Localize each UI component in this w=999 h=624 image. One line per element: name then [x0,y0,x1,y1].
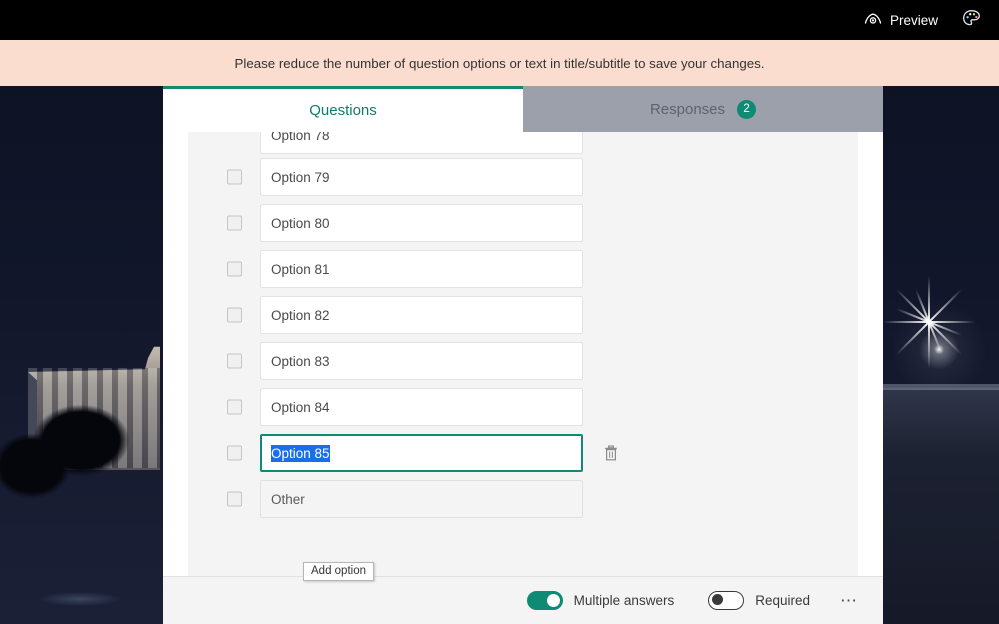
tab-questions-label: Questions [309,102,377,119]
option-row[interactable]: Option 81 [188,246,858,292]
option-input[interactable]: Option 83 [260,342,583,380]
tab-bar: Questions Responses 2 [163,86,883,132]
option-label: Option 80 [271,215,330,231]
option-checkbox[interactable] [227,169,242,185]
question-footer-toolbar: Multiple answers Required ⋯ [163,576,883,624]
option-checkbox[interactable] [227,399,242,415]
form-sheet: Questions Responses 2 Option 78 Option 7… [163,86,883,624]
option-label-other: Other [271,491,305,507]
toggle-knob [712,594,724,605]
palette-icon [962,9,981,31]
preview-button[interactable]: Preview [852,0,950,40]
top-bar: Preview [0,0,999,40]
option-row[interactable]: Option 78 [188,132,858,154]
option-checkbox-other[interactable] [227,491,242,507]
toggle-knob [546,594,560,607]
option-label: Option 82 [271,307,330,323]
required-control[interactable]: Required [708,591,810,610]
options-list[interactable]: Option 78 Option 79 Option 80 Option 81 [188,132,858,572]
option-row-selected[interactable]: Option 85 [188,430,858,476]
tab-responses-label: Responses [649,100,726,118]
option-input-other[interactable]: Other [260,480,583,518]
required-label: Required [755,593,810,608]
option-label: Option 81 [271,261,330,277]
option-label: Option 84 [271,399,330,415]
option-input[interactable]: Option 80 [260,204,583,242]
theme-button[interactable] [950,0,999,40]
option-label: Option 83 [271,353,330,369]
option-checkbox[interactable] [227,445,242,461]
validation-banner-message: Please reduce the number of question opt… [234,55,765,71]
option-row[interactable]: Option 80 [188,200,858,246]
option-input[interactable]: Option 82 [260,296,583,334]
more-options-button[interactable]: ⋯ [840,592,858,609]
responses-count-badge: 2 [737,99,757,119]
option-label: Option 78 [271,132,330,143]
option-checkbox[interactable] [227,353,242,369]
option-input-focused[interactable]: Option 85 [260,434,583,472]
tab-responses[interactable]: Responses 2 [523,86,883,132]
option-label: Option 79 [271,169,330,185]
option-checkbox[interactable] [227,307,242,323]
option-row-other[interactable]: Other [188,476,858,522]
background-tree-secondary [0,430,80,550]
option-row[interactable]: Option 83 [188,338,858,384]
tooltip-text: Add option [311,565,366,577]
question-card: Option 78 Option 79 Option 80 Option 81 [188,132,858,624]
background-wall-top [883,384,999,390]
option-input[interactable]: Option 78 [260,132,583,154]
option-checkbox[interactable] [227,215,242,231]
option-row[interactable]: Option 82 [188,292,858,338]
option-checkbox[interactable] [227,261,242,277]
multiple-answers-toggle[interactable] [526,591,563,610]
multiple-answers-control[interactable]: Multiple answers [526,591,675,610]
eye-icon [864,12,882,29]
option-row[interactable]: Option 79 [188,154,858,200]
background-wall [883,388,999,624]
background-light-starburst [883,276,975,368]
option-label-selected-text: Option 85 [271,444,330,462]
tooltip: Add option [303,562,374,581]
option-input[interactable]: Option 84 [260,388,583,426]
required-toggle[interactable] [708,591,745,610]
trash-icon[interactable] [600,442,622,464]
tab-questions[interactable]: Questions [163,86,523,132]
multiple-answers-label: Multiple answers [573,593,675,608]
validation-banner: Please reduce the number of question opt… [0,40,999,86]
preview-label: Preview [889,12,938,28]
option-row[interactable]: Option 84 [188,384,858,430]
option-input[interactable]: Option 79 [260,158,583,196]
option-input[interactable]: Option 81 [260,250,583,288]
